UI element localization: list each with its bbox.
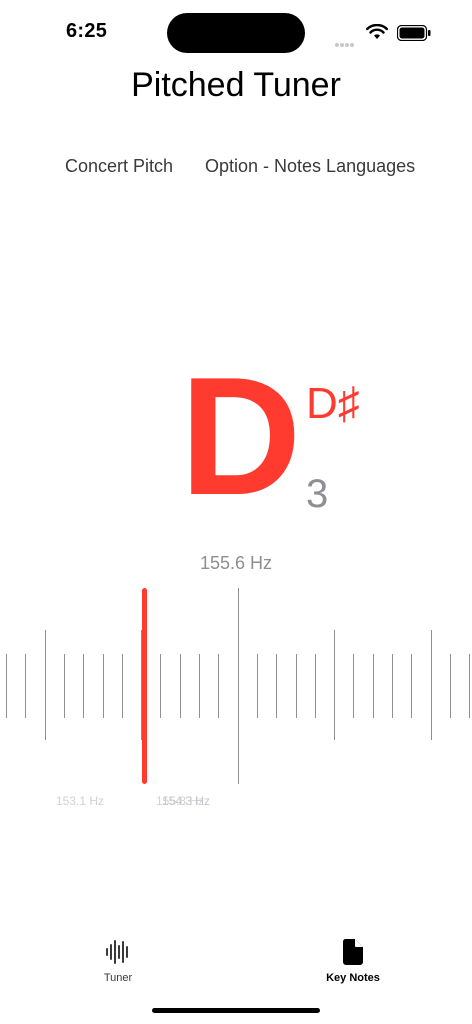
concert-pitch-button[interactable]: Concert Pitch	[65, 156, 173, 177]
tab-key-notes-label: Key Notes	[326, 972, 380, 984]
tab-tuner[interactable]: Tuner	[58, 938, 178, 984]
ruler-tick	[315, 654, 316, 718]
waveform-icon	[106, 940, 128, 964]
battery-icon	[397, 25, 431, 41]
ruler-tick	[160, 654, 161, 718]
ruler-tick	[45, 630, 46, 740]
ruler-label-left: 153.1 Hz	[56, 794, 105, 808]
cellular-icon	[335, 34, 355, 52]
ruler-tick	[64, 654, 65, 718]
status-time: 6:25	[66, 20, 108, 42]
ruler-tick	[373, 654, 374, 718]
document-icon	[342, 939, 363, 965]
ruler-tick	[6, 654, 7, 718]
ruler-tick	[353, 654, 354, 718]
ruler-tick	[469, 654, 470, 718]
ruler-tick	[296, 654, 297, 718]
notes-languages-button[interactable]: Option - Notes Languages	[205, 156, 415, 177]
note-octave: 3	[306, 472, 329, 516]
ruler-tick	[392, 654, 393, 718]
dynamic-island	[167, 13, 305, 53]
ruler-tick	[122, 654, 123, 718]
alternate-note: D♯	[306, 379, 360, 428]
ruler-tick	[180, 654, 181, 718]
ruler-tick	[25, 654, 26, 718]
tab-tuner-label: Tuner	[103, 972, 133, 984]
ruler-tick	[450, 654, 451, 718]
ruler-tick	[218, 654, 219, 718]
page-title: Pitched Tuner	[131, 66, 341, 104]
detected-note: D	[180, 342, 302, 530]
ruler-label-center-overlap: 154.3 Hz	[162, 794, 211, 808]
tab-key-notes[interactable]: Key Notes	[293, 938, 413, 984]
ruler-tick	[103, 654, 104, 718]
ruler-tick	[199, 654, 200, 718]
wifi-icon	[366, 24, 388, 39]
ruler-tick	[276, 654, 277, 718]
ruler-tick	[83, 654, 84, 718]
tuning-needle	[142, 588, 147, 784]
tuning-ruler: 153.1 Hz 155.8 Hz 154.3 Hz	[0, 580, 472, 808]
ruler-tick	[334, 630, 335, 740]
screen: 6:25 Pitched Tuner Concert Pitch Option …	[0, 0, 472, 1024]
home-indicator	[152, 1008, 320, 1013]
ruler-tick	[431, 630, 432, 740]
ruler-tick	[238, 588, 239, 784]
ruler-tick	[411, 654, 412, 718]
ruler-tick	[257, 654, 258, 718]
frequency-readout: 155.6 Hz	[199, 553, 273, 573]
